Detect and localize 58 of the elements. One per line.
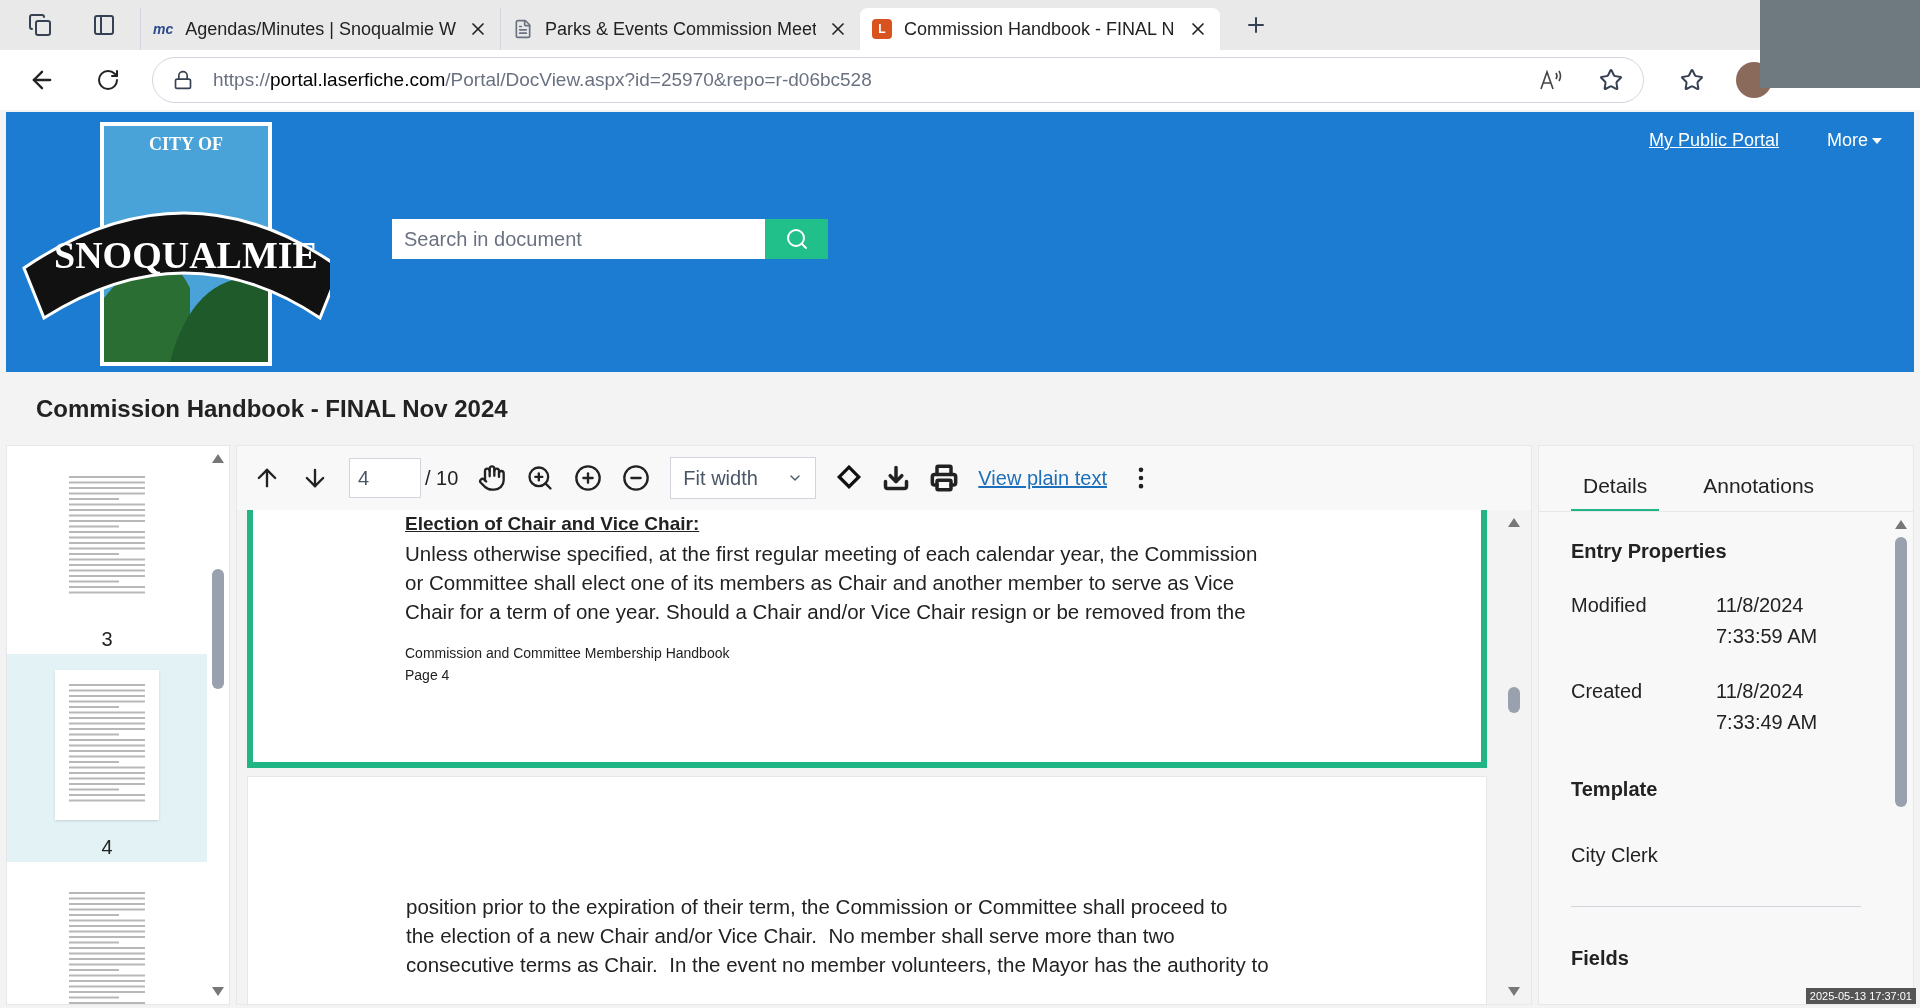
rotate-icon[interactable] [836, 465, 863, 491]
document-icon [513, 19, 533, 39]
section-title: Template [1571, 777, 1659, 802]
paragraph: position prior to the expiration of their term, the Commission or Committee shall proceed to the election of a new Chair and/or Vice Chair. No member shall serve more than two consecutive terms as Chair. In the event no member volunteers, the Mayor has the authority to [406, 894, 1270, 978]
zoom-in-icon[interactable] [574, 464, 603, 492]
browser-tab[interactable]: L Commission Handbook - FINAL N [860, 8, 1220, 50]
thumbnail-item[interactable]: 4 [7, 654, 207, 862]
property-label: Modified [1571, 593, 1648, 618]
property-value: 11/8/2024 7:33:59 AM [1716, 593, 1818, 649]
section-title: Fields [1571, 946, 1630, 971]
document-title: Commission Handbook - FINAL Nov 2024 [36, 393, 508, 424]
tab-title: Parks & Events Commission Meet [545, 17, 816, 41]
property-value: 11/8/2024 7:33:49 AM [1716, 679, 1818, 735]
favorite-icon[interactable] [1599, 68, 1623, 92]
search-icon [784, 227, 809, 251]
page-count: / 10 [425, 466, 459, 491]
property-label: Created [1571, 679, 1644, 704]
search-field[interactable]: Search in document [392, 219, 765, 259]
paragraph: Unless otherwise specified, at the first regular meeting of each calendar year, the Commission or Committee shall elect one of its members as Chair and another member to serve as Vice Chair for a term of one year. Should a Chair and/or Vice Chair resign or be removed from the [405, 540, 1259, 625]
scrollbar-thumb[interactable] [1508, 687, 1520, 713]
scroll-up-icon[interactable] [1508, 518, 1520, 527]
page-footer: Commission and Committee Membership Handbook Page 4 [405, 641, 1481, 686]
workspaces-icon[interactable] [28, 13, 52, 37]
section-heading: Election of Chair and Vice Chair: [405, 512, 701, 536]
more-menu[interactable]: More [1827, 127, 1882, 154]
plain-text-link[interactable]: View plain text [978, 463, 1107, 493]
scroll-up-icon[interactable] [1895, 520, 1907, 529]
site-icon: mc [153, 19, 174, 39]
hand-icon[interactable] [478, 464, 507, 492]
lock-icon [173, 70, 193, 90]
page-number: 4 [101, 835, 113, 860]
section-title: Entry Properties [1571, 539, 1728, 564]
scrollbar-thumb[interactable] [1895, 537, 1907, 807]
zoom-icon[interactable] [526, 464, 555, 492]
scroll-down-icon[interactable] [1508, 987, 1520, 996]
panel-tab[interactable]: Details [1571, 469, 1660, 511]
tab-title: Agendas/Minutes | Snoqualmie W [185, 17, 456, 41]
portal-link[interactable]: My Public Portal [1648, 127, 1779, 154]
tab-actions-icon[interactable] [92, 13, 116, 37]
print-icon[interactable] [930, 464, 959, 492]
download-icon[interactable] [882, 464, 911, 492]
url-text: https://portal.laserfiche.com/Portal/DocView.aspx?id=25970&repo=r-d06bc528 [213, 67, 872, 92]
scroll-up-icon[interactable] [212, 454, 224, 463]
scroll-down-icon[interactable] [212, 987, 224, 996]
caret-icon [1872, 137, 1882, 144]
page-field[interactable]: 4 [349, 458, 421, 498]
tab-title: Commission Handbook - FINAL N [904, 17, 1176, 41]
thumbnail-item[interactable]: 3 [7, 446, 207, 654]
read-aloud-icon[interactable] [1539, 69, 1563, 91]
scrollbar-thumb[interactable] [212, 569, 224, 689]
zoom-select[interactable]: Fit width [670, 457, 817, 499]
zoom-out-icon[interactable] [622, 464, 651, 492]
template-value: City Clerk [1571, 843, 1659, 868]
favorites-icon[interactable] [1680, 68, 1704, 92]
page-number: 3 [101, 627, 113, 652]
refresh-icon[interactable] [96, 68, 120, 92]
site-icon: L [872, 19, 892, 39]
panel-tab[interactable]: Annotations [1691, 469, 1827, 511]
